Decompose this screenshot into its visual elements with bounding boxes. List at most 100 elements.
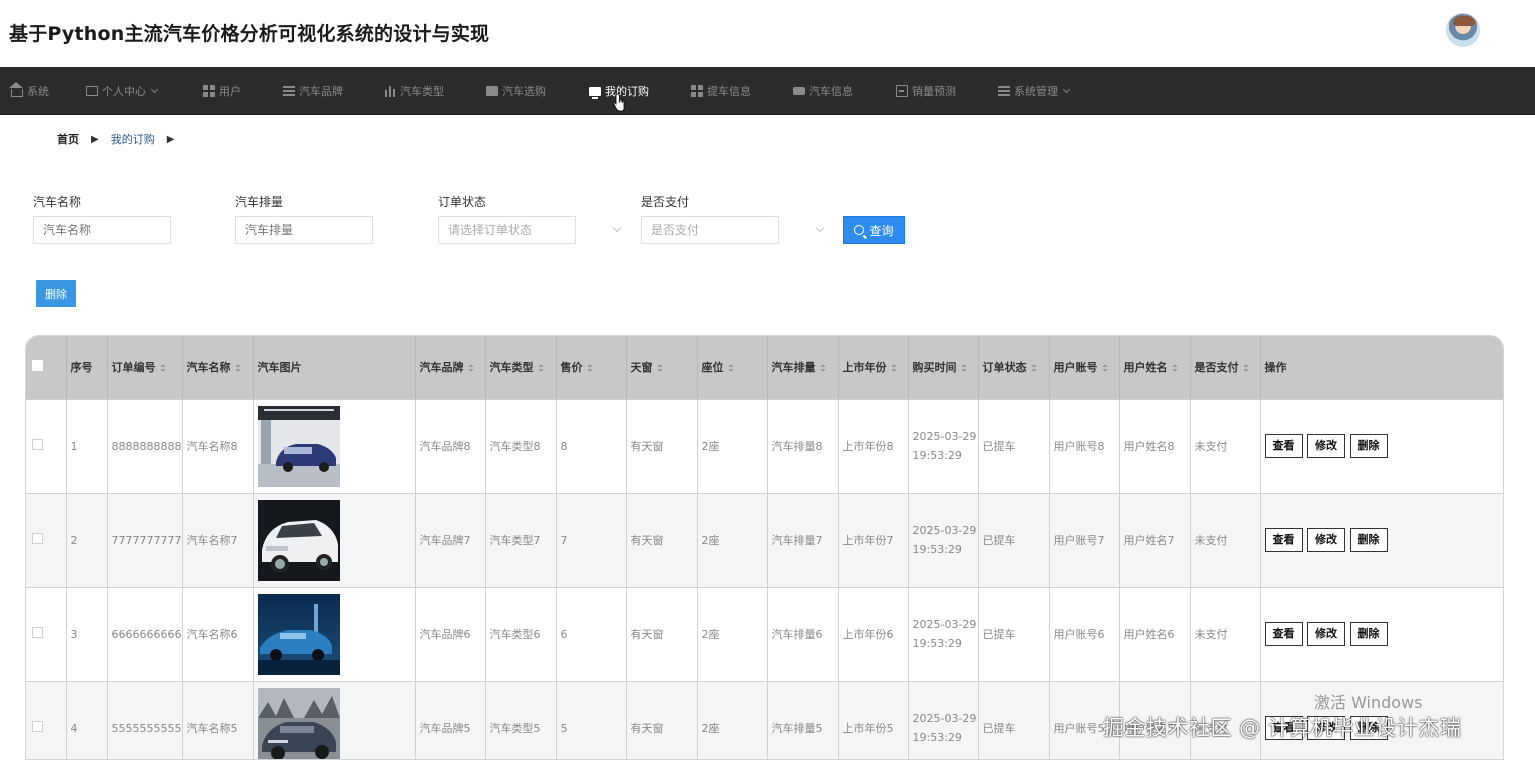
- row-checkbox[interactable]: [26, 399, 67, 493]
- grid-icon: [203, 85, 215, 97]
- cell-status: 已提车: [978, 399, 1050, 493]
- column-header[interactable]: 订单状态: [978, 336, 1050, 399]
- cell-sunroof: 有天窗: [626, 587, 698, 681]
- sort-icon[interactable]: [1101, 363, 1108, 373]
- column-header[interactable]: 是否支付: [1190, 336, 1261, 399]
- breadcrumb-current[interactable]: 我的订购: [111, 131, 155, 147]
- edit-button[interactable]: 修改: [1307, 528, 1345, 552]
- cell-seats: 2座: [697, 681, 768, 759]
- user-avatar[interactable]: [1446, 13, 1480, 47]
- cell-status: 已提车: [978, 587, 1050, 681]
- query-button[interactable]: 查询: [843, 216, 905, 244]
- car-image: [257, 593, 340, 675]
- cell-type: 汽车类型6: [485, 587, 557, 681]
- sort-icon[interactable]: [1171, 363, 1178, 373]
- nav-item-system-management[interactable]: 系统管理: [998, 67, 1071, 115]
- nav-item-car-brand[interactable]: 汽车品牌: [283, 67, 343, 115]
- select-all-checkbox[interactable]: [26, 336, 67, 399]
- hand-cursor-icon: [613, 94, 625, 112]
- car-image: [257, 499, 340, 581]
- chevron-right-icon: ▶: [91, 133, 99, 145]
- paid-select[interactable]: 是否支付: [641, 216, 779, 244]
- top-header: 基于Python主流汽车价格分析可视化系统的设计与实现: [0, 0, 1535, 67]
- column-header[interactable]: 汽车品牌: [415, 336, 486, 399]
- cell-order-no: 7777777777: [107, 493, 183, 587]
- view-button[interactable]: 查看: [1264, 528, 1303, 552]
- cell-year: 上市年份6: [838, 587, 909, 681]
- cell-car-image: [253, 399, 416, 493]
- table-row: 3 6666666666 汽车名称6 汽车品牌6 汽车类型6 6 有天窗 2座 …: [26, 587, 1503, 681]
- cell-type: 汽车类型5: [485, 681, 557, 759]
- cell-status: 已提车: [978, 493, 1050, 587]
- nav-item-car-purchase[interactable]: 汽车选购: [486, 67, 546, 115]
- delete-button[interactable]: 删除: [1349, 528, 1388, 552]
- column-header[interactable]: 汽车类型: [485, 336, 557, 399]
- nav-label: 我的订购: [605, 85, 649, 98]
- nav-item-system[interactable]: 系统: [9, 67, 49, 115]
- cell-sunroof: 有天窗: [626, 493, 698, 587]
- cell-paid: 未支付: [1190, 587, 1261, 681]
- delete-button[interactable]: 删除: [1349, 622, 1388, 646]
- cell-car-name: 汽车名称7: [182, 493, 254, 587]
- cell-index: 1: [66, 399, 108, 493]
- edit-button[interactable]: 修改: [1307, 434, 1345, 458]
- sort-icon[interactable]: [159, 363, 166, 373]
- sort-icon[interactable]: [890, 363, 897, 373]
- cell-type: 汽车类型8: [485, 399, 557, 493]
- column-header[interactable]: 座位: [697, 336, 768, 399]
- cell-displacement: 汽车排量6: [767, 587, 839, 681]
- car-name-input[interactable]: [33, 216, 171, 244]
- main-nav: 系统 个人中心 用户 汽车品牌 汽车类型 汽车选购 我的订购 提车信息 汽车信息…: [0, 67, 1535, 115]
- row-checkbox[interactable]: [26, 493, 67, 587]
- nav-item-pickup-info[interactable]: 提车信息: [691, 67, 751, 115]
- column-header[interactable]: 购买时间: [908, 336, 979, 399]
- sort-icon[interactable]: [960, 363, 967, 373]
- cell-price: 6: [556, 587, 627, 681]
- orders-table: 序号 订单编号 汽车名称 汽车图片 汽车品牌 汽车类型 售价 天窗 座位 汽车排…: [25, 335, 1504, 760]
- column-header[interactable]: 汽车名称: [182, 336, 254, 399]
- cell-actions: 查看 修改 删除: [1260, 587, 1503, 681]
- row-checkbox[interactable]: [26, 587, 67, 681]
- column-header[interactable]: 订单编号: [107, 336, 183, 399]
- sort-icon[interactable]: [234, 363, 241, 373]
- breadcrumb-home[interactable]: 首页: [57, 131, 79, 147]
- order-status-select[interactable]: 请选择订单状态: [438, 216, 576, 244]
- column-header[interactable]: 售价: [556, 336, 627, 399]
- edit-button[interactable]: 修改: [1307, 622, 1345, 646]
- sort-icon[interactable]: [727, 363, 734, 373]
- column-header[interactable]: 天窗: [626, 336, 698, 399]
- box-icon: [86, 86, 98, 96]
- nav-item-personal-center[interactable]: 个人中心: [86, 67, 159, 115]
- nav-item-car-info[interactable]: 汽车信息: [793, 67, 853, 115]
- view-button[interactable]: 查看: [1264, 622, 1303, 646]
- chevron-right-icon: ▶: [166, 133, 175, 145]
- column-header[interactable]: 上市年份: [838, 336, 909, 399]
- column-header: 序号: [66, 336, 108, 399]
- car-image: [257, 687, 340, 759]
- batch-delete-button[interactable]: 删除: [36, 280, 76, 307]
- column-header[interactable]: 用户姓名: [1119, 336, 1191, 399]
- cell-car-name: 汽车名称5: [182, 681, 254, 759]
- cell-account: 用户账号8: [1049, 399, 1120, 493]
- displacement-input[interactable]: [235, 216, 373, 244]
- cell-actions: 查看 修改 删除: [1260, 493, 1503, 587]
- sort-icon[interactable]: [819, 363, 826, 373]
- column-header[interactable]: 汽车排量: [767, 336, 839, 399]
- sort-icon[interactable]: [537, 363, 544, 373]
- view-button[interactable]: 查看: [1264, 434, 1303, 458]
- nav-item-car-type[interactable]: 汽车类型: [384, 67, 444, 115]
- nav-item-sales-forecast[interactable]: 销量预测: [896, 67, 956, 115]
- column-header[interactable]: 用户账号: [1049, 336, 1120, 399]
- cell-order-no: 5555555555: [107, 681, 183, 759]
- sort-icon[interactable]: [586, 363, 593, 373]
- cell-seats: 2座: [697, 493, 768, 587]
- delete-button[interactable]: 删除: [1349, 434, 1388, 458]
- row-checkbox[interactable]: [26, 681, 67, 759]
- nav-item-users[interactable]: 用户: [203, 67, 241, 115]
- sort-icon[interactable]: [467, 363, 474, 373]
- sort-icon[interactable]: [1030, 363, 1037, 373]
- sort-icon[interactable]: [656, 363, 663, 373]
- sort-icon[interactable]: [1242, 363, 1249, 373]
- cell-status: 已提车: [978, 681, 1050, 759]
- cell-sunroof: 有天窗: [626, 681, 698, 759]
